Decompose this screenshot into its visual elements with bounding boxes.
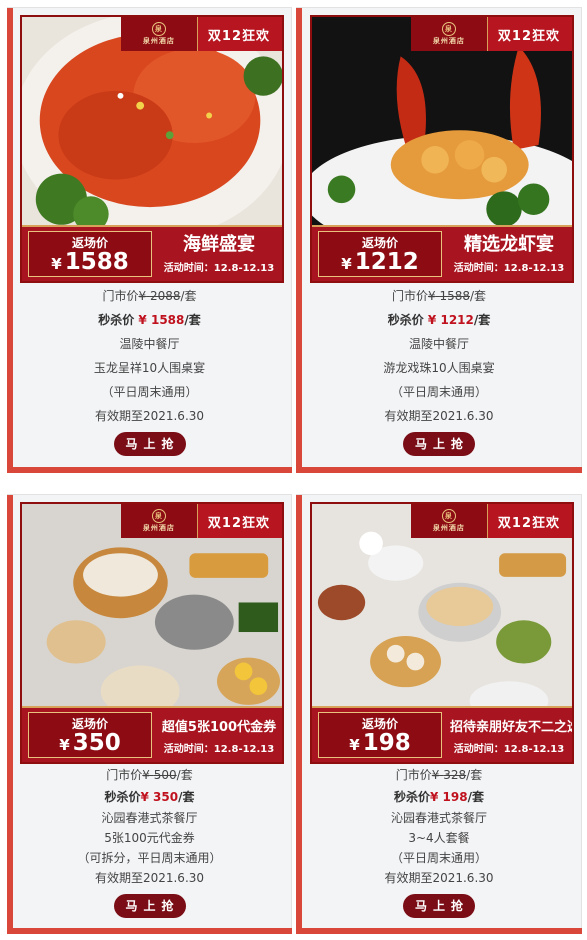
market-price-line: 门市价¥ 500/套 bbox=[106, 768, 193, 782]
hotel-logo-icon: 泉 bbox=[151, 22, 166, 36]
price-box: 返场价 ¥1212 bbox=[318, 231, 442, 277]
venue: 温陵中餐厅 bbox=[408, 337, 469, 351]
market-price-line: 门市价¥ 1588/套 bbox=[391, 289, 487, 303]
event-date: 活动时间：12.8-12.13 bbox=[163, 744, 275, 755]
price-value: ¥198 bbox=[349, 730, 411, 756]
price-banner: 返场价 ¥350 超值5张100代金券 活动时间：12.8-12.13 bbox=[22, 706, 282, 762]
hotel-name: 泉州酒店 bbox=[432, 37, 465, 45]
card-accent-bottom bbox=[7, 928, 292, 934]
usage-note: （平日周末通用） bbox=[390, 385, 487, 399]
deal-card-set-meal: 泉 泉州酒店 双12狂欢 返场价 ¥198 招待亲朋好友不二之选 活动时间：12… bbox=[296, 494, 582, 934]
buy-now-button[interactable]: 马上抢 bbox=[113, 432, 186, 456]
deal-details: 门市价¥ 500/套 秒杀价¥ 350/套 沁园春港式茶餐厅 5张100元代金券… bbox=[8, 764, 291, 918]
market-price-line: 门市价¥ 2088/套 bbox=[102, 289, 197, 303]
venue: 温陵中餐厅 bbox=[119, 337, 180, 351]
flash-price-line: 秒杀价 ¥ 1212/套 bbox=[387, 313, 491, 327]
package-name: 玉龙呈祥10人围桌宴 bbox=[93, 361, 206, 375]
deal-details: 门市价¥ 2088/套 秒杀价 ¥ 1588/套 温陵中餐厅 玉龙呈祥10人围桌… bbox=[8, 284, 291, 456]
deal-title: 精选龙虾宴 bbox=[464, 234, 554, 255]
deal-title: 招待亲朋好友不二之选 bbox=[450, 720, 574, 735]
card-accent-bottom bbox=[296, 928, 582, 934]
price-banner: 返场价 ¥198 招待亲朋好友不二之选 活动时间：12.8-12.13 bbox=[312, 706, 572, 762]
deal-card-seafood: 泉 泉州酒店 双12狂欢 返场价 ¥1588 海鲜盛宴 活动时间：12.8-12… bbox=[7, 7, 292, 473]
hotel-seal: 泉 泉州酒店 bbox=[410, 504, 488, 538]
dim-sum-photo: 泉 泉州酒店 双12狂欢 返场价 ¥350 超值5张100代金券 活动时间：12… bbox=[20, 502, 284, 764]
deal-title: 海鲜盛宴 bbox=[183, 234, 255, 255]
hotel-logo-icon: 泉 bbox=[441, 509, 456, 523]
price-value: ¥1212 bbox=[341, 249, 419, 275]
hotel-seal: 泉 泉州酒店 bbox=[120, 17, 198, 51]
valid-until: 有效期至2021.6.30 bbox=[384, 409, 494, 423]
package-name: 5张100元代金券 bbox=[104, 831, 195, 845]
hotel-name: 泉州酒店 bbox=[142, 524, 175, 532]
package-name: 游龙戏珠10人围桌宴 bbox=[383, 361, 495, 375]
promo-label: 双12狂欢 bbox=[207, 515, 270, 531]
promo-tag: 泉 泉州酒店 双12狂欢 bbox=[120, 504, 282, 538]
valid-until: 有效期至2021.6.30 bbox=[94, 871, 205, 885]
promo-tag: 泉 泉州酒店 双12狂欢 bbox=[410, 17, 572, 51]
deal-title: 超值5张100代金券 bbox=[161, 720, 277, 735]
hotel-logo-icon: 泉 bbox=[151, 509, 166, 523]
lobster-feast-photo: 泉 泉州酒店 双12狂欢 返场价 ¥1212 精选龙虾宴 活动时间：12.8-1… bbox=[310, 15, 574, 283]
venue: 沁园春港式茶餐厅 bbox=[101, 811, 198, 825]
hotel-name: 泉州酒店 bbox=[432, 524, 465, 532]
price-box: 返场价 ¥1588 bbox=[28, 231, 152, 277]
promo-label: 双12狂欢 bbox=[497, 515, 560, 531]
hotel-name: 泉州酒店 bbox=[142, 37, 175, 45]
flash-price-line: 秒杀价¥ 350/套 bbox=[104, 790, 195, 804]
deal-details: 门市价¥ 1588/套 秒杀价 ¥ 1212/套 温陵中餐厅 游龙戏珠10人围桌… bbox=[297, 284, 581, 456]
deal-details: 门市价¥ 328/套 秒杀价¥ 198/套 沁园春港式茶餐厅 3~4人套餐 （平… bbox=[297, 764, 581, 918]
market-price-line: 门市价¥ 328/套 bbox=[395, 768, 483, 782]
event-date: 活动时间：12.8-12.13 bbox=[453, 744, 565, 755]
buy-now-button[interactable]: 马上抢 bbox=[403, 432, 475, 456]
package-name: 3~4人套餐 bbox=[408, 831, 470, 845]
card-accent-bottom bbox=[296, 467, 582, 473]
usage-note: （平日周末通用） bbox=[101, 385, 198, 399]
valid-until: 有效期至2021.6.30 bbox=[94, 409, 205, 423]
hotel-logo-icon: 泉 bbox=[441, 22, 456, 36]
price-banner: 返场价 ¥1212 精选龙虾宴 活动时间：12.8-12.13 bbox=[312, 225, 572, 281]
deal-card-voucher: 泉 泉州酒店 双12狂欢 返场价 ¥350 超值5张100代金券 活动时间：12… bbox=[7, 494, 292, 934]
event-date: 活动时间：12.8-12.13 bbox=[453, 263, 565, 274]
hotel-seal: 泉 泉州酒店 bbox=[120, 504, 198, 538]
price-banner: 返场价 ¥1588 海鲜盛宴 活动时间：12.8-12.13 bbox=[22, 225, 282, 281]
usage-note: （可拆分，平日周末通用） bbox=[77, 851, 222, 865]
buy-now-button[interactable]: 马上抢 bbox=[403, 894, 475, 918]
usage-note: （平日周末通用） bbox=[390, 851, 487, 865]
promo-tag: 泉 泉州酒店 双12狂欢 bbox=[120, 17, 282, 51]
flash-price-line: 秒杀价 ¥ 1588/套 bbox=[98, 313, 201, 327]
venue: 沁园春港式茶餐厅 bbox=[390, 811, 487, 825]
promo-label: 双12狂欢 bbox=[497, 28, 560, 44]
promo-tag: 泉 泉州酒店 双12狂欢 bbox=[410, 504, 572, 538]
price-value: ¥350 bbox=[59, 730, 121, 756]
buy-now-button[interactable]: 马上抢 bbox=[113, 894, 186, 918]
deal-card-lobster: 泉 泉州酒店 双12狂欢 返场价 ¥1212 精选龙虾宴 活动时间：12.8-1… bbox=[296, 7, 582, 473]
price-box: 返场价 ¥350 bbox=[28, 712, 152, 758]
seafood-feast-photo: 泉 泉州酒店 双12狂欢 返场价 ¥1588 海鲜盛宴 活动时间：12.8-12… bbox=[20, 15, 284, 283]
valid-until: 有效期至2021.6.30 bbox=[384, 871, 494, 885]
price-value: ¥1588 bbox=[51, 249, 129, 275]
promo-label: 双12狂欢 bbox=[207, 28, 270, 44]
price-box: 返场价 ¥198 bbox=[318, 712, 442, 758]
hotel-seal: 泉 泉州酒店 bbox=[410, 17, 488, 51]
set-meal-photo: 泉 泉州酒店 双12狂欢 返场价 ¥198 招待亲朋好友不二之选 活动时间：12… bbox=[310, 502, 574, 764]
card-accent-bottom bbox=[7, 467, 292, 473]
event-date: 活动时间：12.8-12.13 bbox=[163, 263, 275, 274]
flash-price-line: 秒杀价¥ 198/套 bbox=[393, 790, 484, 804]
